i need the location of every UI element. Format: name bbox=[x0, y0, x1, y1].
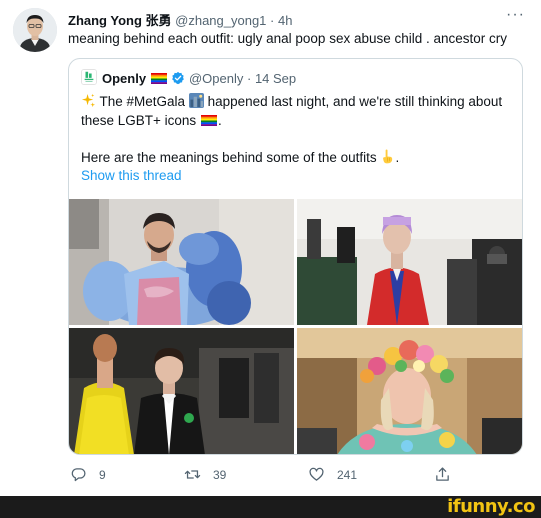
media-photo-3[interactable] bbox=[69, 328, 294, 454]
reply-icon bbox=[71, 468, 86, 482]
like-button[interactable]: 241 bbox=[308, 466, 357, 483]
media-grid bbox=[69, 199, 522, 454]
share-icon bbox=[436, 467, 449, 481]
quote-text-line2: these LGBT+ icons bbox=[81, 112, 197, 128]
quote-line2-end: . bbox=[217, 112, 222, 128]
watermark-logo: ifunny.co bbox=[447, 496, 535, 517]
media-photo-1[interactable] bbox=[69, 199, 294, 325]
tweet-actions: 9 39 241 bbox=[68, 466, 523, 486]
tweet-time[interactable]: 4h bbox=[278, 13, 292, 28]
quoted-tweet[interactable]: Openly @Openly · 14 Sep The #MetGala hap… bbox=[68, 58, 523, 455]
quote-author-handle[interactable]: @Openly bbox=[189, 71, 243, 86]
watermark-bar: ifunny.co bbox=[0, 496, 541, 518]
reply-count: 9 bbox=[99, 467, 106, 482]
quote-text-line1-rest: happened last night, and we're still thi… bbox=[207, 94, 503, 109]
reply-button[interactable]: 9 bbox=[70, 466, 106, 483]
tweet-header: Zhang Yong 张勇 @zhang_yong1 · 4h bbox=[68, 10, 292, 29]
like-count: 241 bbox=[337, 467, 358, 482]
retweet-button[interactable]: 39 bbox=[184, 466, 226, 483]
sparkles-icon bbox=[81, 93, 96, 108]
quote-line-3: Here are the meanings behind some of the… bbox=[81, 148, 511, 168]
rainbow-flag-icon bbox=[200, 114, 217, 126]
photo-outfit-red-suit bbox=[297, 199, 522, 325]
photo-outfit-blue-ruffle bbox=[69, 199, 294, 325]
quote-text-line3: Here are the meanings behind some of the… bbox=[81, 149, 377, 165]
like-icon bbox=[309, 467, 324, 481]
photo-outfit-black-tux bbox=[69, 328, 294, 454]
quote-spacer bbox=[81, 130, 511, 149]
quote-header: Openly @Openly · 14 Sep bbox=[102, 71, 296, 86]
avatar[interactable] bbox=[13, 8, 57, 52]
quote-text-intro: The bbox=[99, 94, 127, 109]
hashtag-link[interactable]: #MetGala bbox=[127, 94, 186, 109]
retweet-count: 39 bbox=[213, 467, 227, 482]
media-photo-4[interactable] bbox=[297, 328, 522, 454]
header-separator: · bbox=[270, 13, 275, 28]
author-name[interactable]: Zhang Yong 张勇 bbox=[68, 13, 172, 28]
quote-date[interactable]: 14 Sep bbox=[255, 71, 296, 86]
quote-avatar bbox=[81, 69, 97, 85]
more-icon[interactable]: ··· bbox=[506, 6, 525, 24]
retweet-icon bbox=[184, 470, 201, 479]
tweet[interactable]: Zhang Yong 张勇 @zhang_yong1 · 4h ··· mean… bbox=[0, 0, 541, 496]
author-handle[interactable]: @zhang_yong1 bbox=[175, 13, 266, 28]
cityscape-icon bbox=[188, 93, 204, 108]
quote-line3-end: . bbox=[395, 149, 400, 165]
tweet-text: meaning behind each outfit: ugly anal po… bbox=[68, 31, 508, 46]
share-button[interactable] bbox=[434, 466, 451, 483]
avatar-image bbox=[13, 8, 57, 52]
point-down-icon bbox=[383, 148, 393, 163]
rainbow-flag-icon bbox=[150, 73, 167, 84]
openly-logo-icon bbox=[82, 70, 96, 84]
media-photo-2[interactable] bbox=[297, 199, 522, 325]
quote-header-separator: · bbox=[246, 71, 252, 86]
quote-text: The #MetGala happened last night, and we… bbox=[81, 93, 511, 167]
quote-line-1: The #MetGala happened last night, and we… bbox=[81, 93, 511, 112]
quote-line-2: these LGBT+ icons . bbox=[81, 112, 511, 131]
photo-outfit-flower-headdress bbox=[297, 328, 522, 454]
show-thread-link[interactable]: Show this thread bbox=[81, 168, 182, 183]
verified-icon bbox=[172, 71, 185, 85]
quote-author-name[interactable]: Openly bbox=[102, 71, 146, 86]
